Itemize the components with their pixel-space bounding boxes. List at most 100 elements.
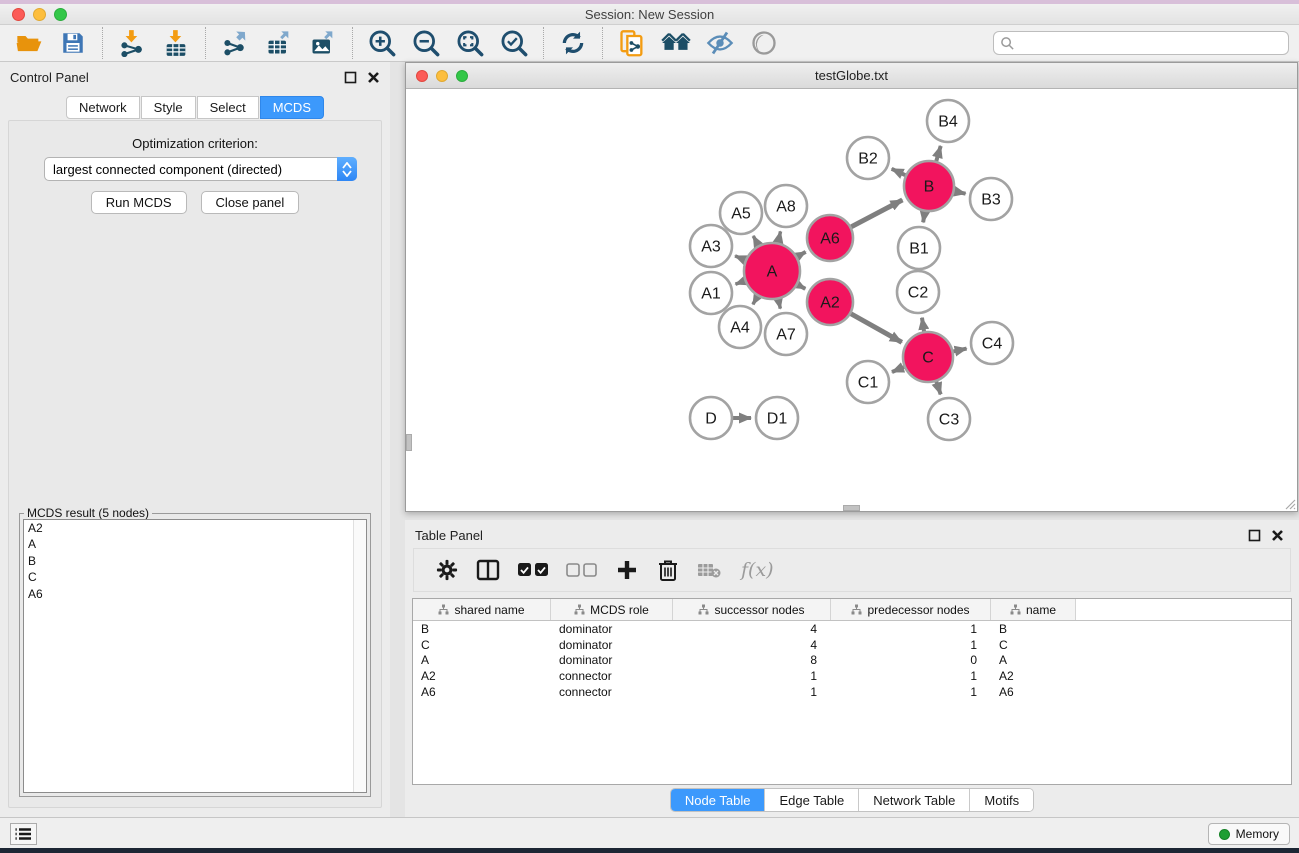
close-panel-icon[interactable] <box>367 71 380 84</box>
table-row[interactable]: Bdominator41B <box>413 621 1291 637</box>
duplicate-network-button[interactable] <box>617 28 647 58</box>
edge-A-A2[interactable] <box>798 285 806 289</box>
edge-A-A7[interactable] <box>778 299 780 308</box>
result-list-item[interactable]: C <box>24 570 366 587</box>
tab-network[interactable]: Network <box>66 96 140 119</box>
close-panel-button[interactable]: Close panel <box>201 191 300 214</box>
cell-successor-nodes[interactable]: 8 <box>673 653 831 667</box>
cell-successor-nodes[interactable]: 1 <box>673 669 831 683</box>
select-all-rows-button[interactable] <box>516 557 550 583</box>
result-list-item[interactable]: A <box>24 537 366 554</box>
resize-grip-icon[interactable] <box>1282 496 1296 510</box>
float-panel-icon[interactable] <box>344 71 357 84</box>
column-header-MCDS-role[interactable]: MCDS role <box>551 599 673 620</box>
save-session-button[interactable] <box>58 28 88 58</box>
cell-MCDS-role[interactable]: dominator <box>551 622 673 636</box>
cell-name[interactable]: B <box>991 622 1076 636</box>
node-table[interactable]: shared nameMCDS rolesuccessor nodesprede… <box>412 598 1292 785</box>
edge-A-A4[interactable] <box>753 296 758 304</box>
edge-B-B2[interactable] <box>892 169 906 175</box>
cell-shared-name[interactable]: A6 <box>413 685 551 699</box>
import-network-button[interactable] <box>117 28 147 58</box>
cell-shared-name[interactable]: A <box>413 653 551 667</box>
result-list-item[interactable]: B <box>24 553 366 570</box>
cell-successor-nodes[interactable]: 1 <box>673 685 831 699</box>
network-graph[interactable]: AA6A2BCA5A8A3A1A4A7B2B4B3B1C2C4C1C3DD1 <box>406 89 1297 511</box>
cell-MCDS-role[interactable]: dominator <box>551 653 673 667</box>
task-history-button[interactable] <box>10 823 37 845</box>
cell-predecessor-nodes[interactable]: 0 <box>831 653 991 667</box>
export-image-button[interactable] <box>308 28 338 58</box>
import-table-button[interactable] <box>161 28 191 58</box>
cell-shared-name[interactable]: B <box>413 622 551 636</box>
tab-edge-table[interactable]: Edge Table <box>765 789 859 811</box>
edge-A-A3[interactable] <box>735 256 745 260</box>
horizontal-scrollbar-thumb[interactable] <box>843 505 860 511</box>
cell-successor-nodes[interactable]: 4 <box>673 622 831 636</box>
split-panel-button[interactable] <box>475 557 501 583</box>
memory-button[interactable]: Memory <box>1208 823 1290 845</box>
cell-predecessor-nodes[interactable]: 1 <box>831 669 991 683</box>
cell-successor-nodes[interactable]: 4 <box>673 638 831 652</box>
cell-predecessor-nodes[interactable]: 1 <box>831 685 991 699</box>
edge-B-B3[interactable] <box>954 191 965 193</box>
table-row[interactable]: A2connector11A2 <box>413 668 1291 684</box>
edge-A-A1[interactable] <box>735 281 744 284</box>
run-mcds-button[interactable]: Run MCDS <box>91 191 187 214</box>
zoom-selected-button[interactable] <box>499 28 529 58</box>
hide-selected-button[interactable] <box>705 28 735 58</box>
close-table-panel-icon[interactable] <box>1271 529 1284 542</box>
export-network-button[interactable] <box>220 28 250 58</box>
cell-predecessor-nodes[interactable]: 1 <box>831 622 991 636</box>
show-hidden-button[interactable] <box>749 28 779 58</box>
refresh-button[interactable] <box>558 28 588 58</box>
cell-name[interactable]: C <box>991 638 1076 652</box>
edge-C-C4[interactable] <box>953 349 966 352</box>
function-builder-button[interactable]: f(x) <box>741 559 774 581</box>
tab-select[interactable]: Select <box>197 96 259 119</box>
column-header-successor-nodes[interactable]: successor nodes <box>673 599 831 620</box>
edge-A-A5[interactable] <box>753 236 758 245</box>
criterion-dropdown[interactable]: largest connected component (directed) <box>44 157 357 181</box>
float-table-panel-icon[interactable] <box>1248 529 1261 542</box>
cell-MCDS-role[interactable]: dominator <box>551 638 673 652</box>
network-canvas[interactable]: AA6A2BCA5A8A3A1A4A7B2B4B3B1C2C4C1C3DD1 <box>406 89 1297 511</box>
result-list-item[interactable]: A6 <box>24 586 366 603</box>
edge-B-B1[interactable] <box>923 212 925 223</box>
vertical-scrollbar-thumb[interactable] <box>406 434 412 451</box>
tab-network-table[interactable]: Network Table <box>859 789 970 811</box>
search-box[interactable] <box>993 31 1289 55</box>
edge-B-B4[interactable] <box>936 146 940 161</box>
tab-motifs[interactable]: Motifs <box>970 789 1033 811</box>
edge-A-A6[interactable] <box>797 252 805 257</box>
table-settings-button[interactable] <box>434 557 460 583</box>
cell-name[interactable]: A6 <box>991 685 1076 699</box>
edge-A6-B[interactable] <box>851 200 902 227</box>
column-header-name[interactable]: name <box>991 599 1076 620</box>
zoom-out-button[interactable] <box>411 28 441 58</box>
delete-column-button[interactable] <box>655 557 681 583</box>
cell-shared-name[interactable]: C <box>413 638 551 652</box>
table-row[interactable]: A6connector11A6 <box>413 684 1291 700</box>
cell-MCDS-role[interactable]: connector <box>551 685 673 699</box>
tab-mcds[interactable]: MCDS <box>260 96 324 119</box>
table-row[interactable]: Cdominator41C <box>413 637 1291 653</box>
edge-A-A8[interactable] <box>778 231 780 242</box>
column-header-shared-name[interactable]: shared name <box>413 599 551 620</box>
network-window-titlebar[interactable]: testGlobe.txt <box>406 63 1297 89</box>
edge-C-C1[interactable] <box>892 367 904 372</box>
delete-table-button[interactable] <box>696 557 722 583</box>
table-row[interactable]: Adominator80A <box>413 652 1291 668</box>
open-file-button[interactable] <box>14 28 44 58</box>
zoom-in-button[interactable] <box>367 28 397 58</box>
show-all-button[interactable] <box>661 28 691 58</box>
cell-predecessor-nodes[interactable]: 1 <box>831 638 991 652</box>
mcds-result-list[interactable]: A2ABCA6 <box>23 519 367 793</box>
create-column-button[interactable] <box>614 557 640 583</box>
result-list-scrollbar[interactable] <box>353 520 366 792</box>
cell-name[interactable]: A2 <box>991 669 1076 683</box>
zoom-fit-button[interactable] <box>455 28 485 58</box>
search-input[interactable] <box>1019 36 1288 50</box>
tab-node-table[interactable]: Node Table <box>671 789 766 811</box>
column-header-predecessor-nodes[interactable]: predecessor nodes <box>831 599 991 620</box>
